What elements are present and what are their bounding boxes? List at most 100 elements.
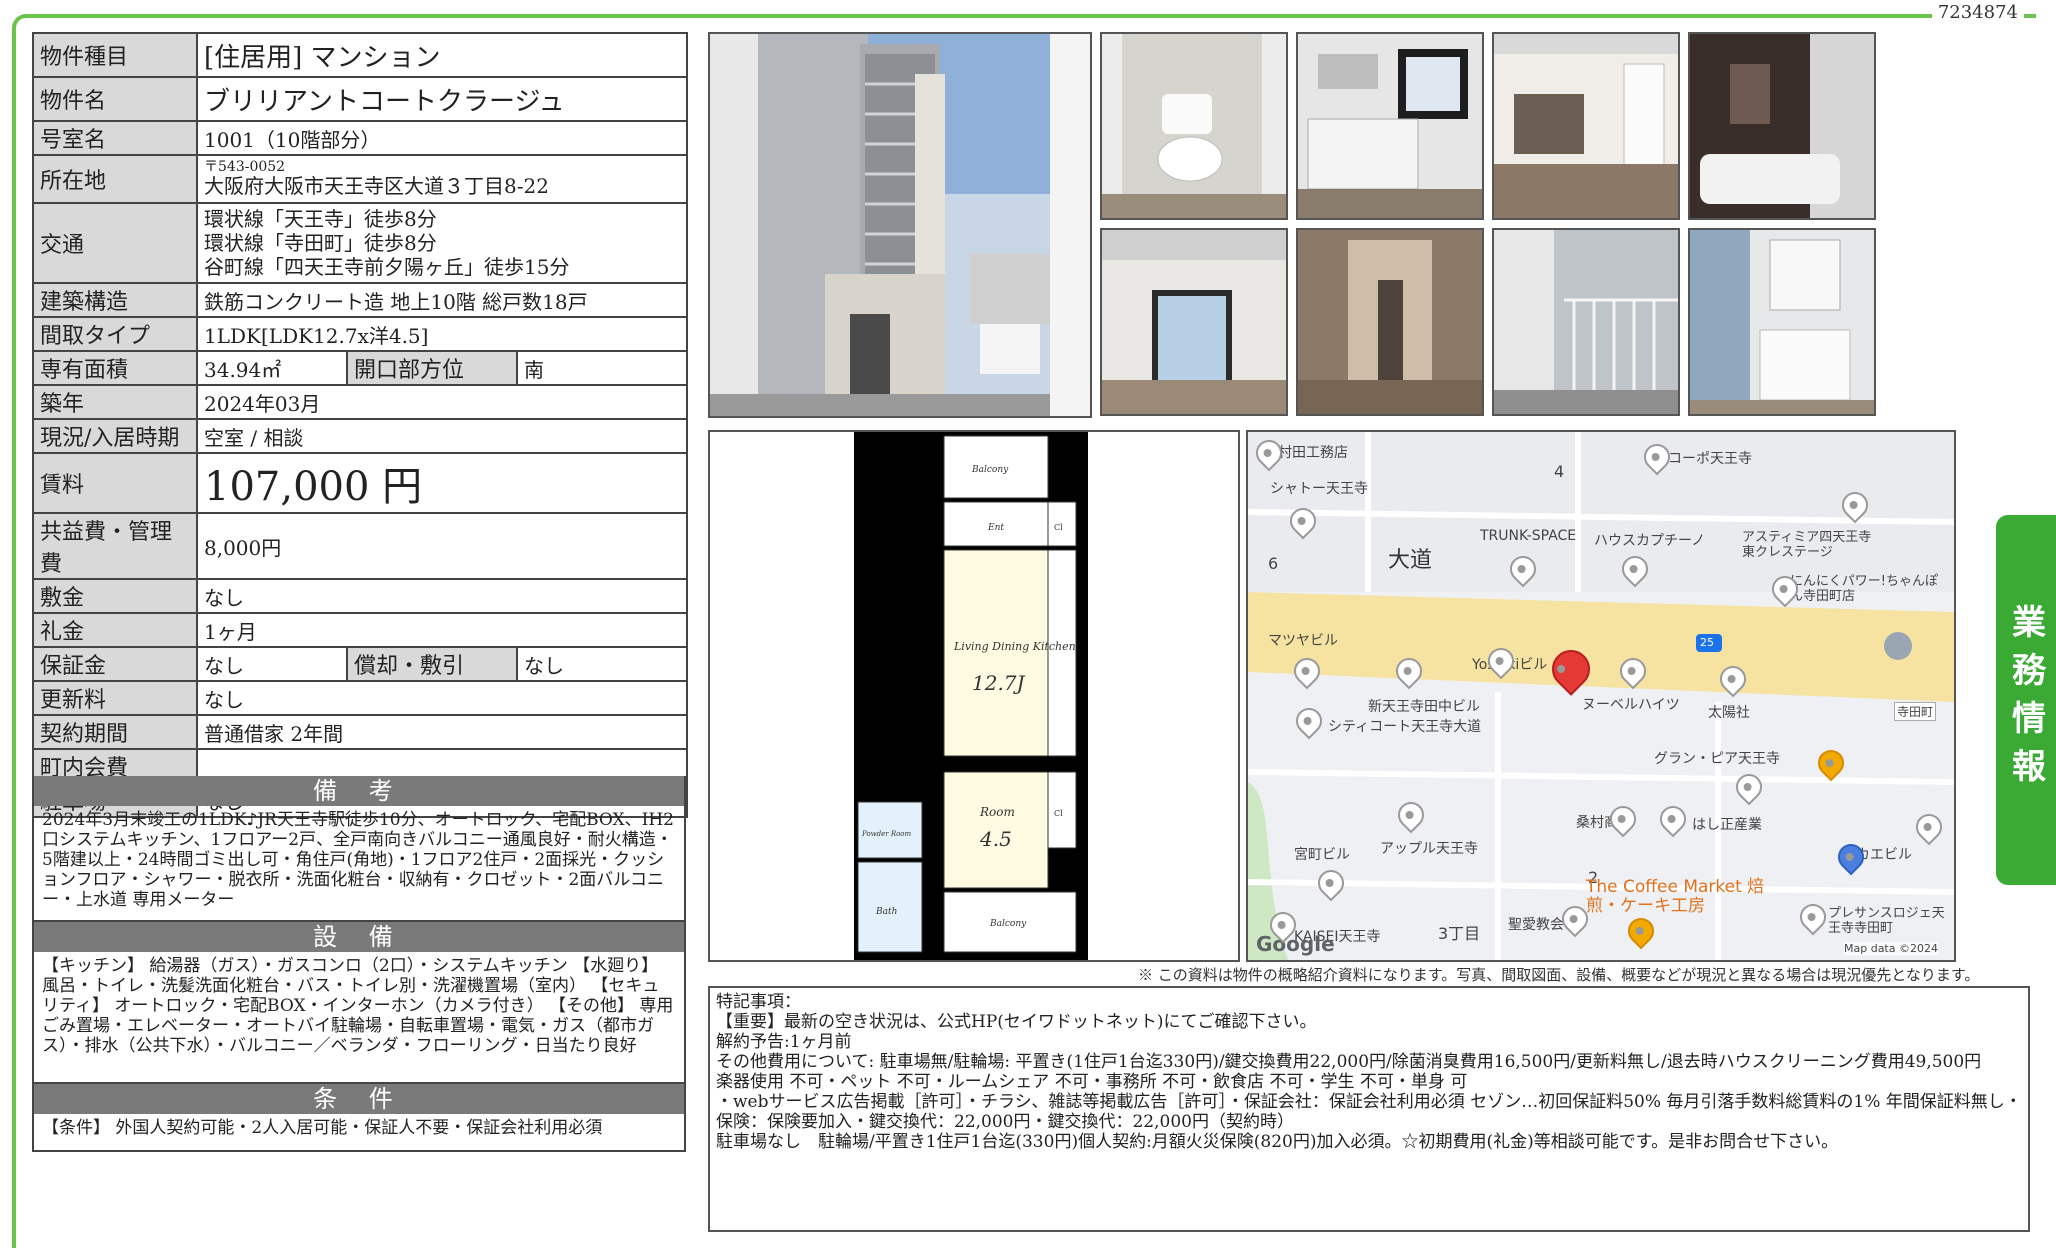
spec-label-status: 現況/入居時期 bbox=[32, 418, 198, 454]
map-label: シャトー天王寺 bbox=[1270, 481, 1368, 497]
property-spec-table: 物件種目 [住居用] マンション 物件名 ブリリアントコートクラージュ 号室名 100… bbox=[32, 32, 689, 818]
map-label: にんにくパワー!ちゃんぽん寺田町店 bbox=[1790, 574, 1938, 604]
notes-line: 駐車場なし 駐輪場/平置き1住戸1台迄(330円)個人契約:月額火災保険(820… bbox=[716, 1132, 1839, 1152]
map-label: はし正産業 bbox=[1692, 817, 1762, 833]
spec-value-address: 大阪府大阪市天王寺区大道３丁目8-22 bbox=[204, 174, 549, 198]
access-line: 環状線「寺田町」徒歩8分 bbox=[204, 231, 437, 255]
spec-label-room: 号室名 bbox=[32, 120, 198, 156]
floorplan-ldk-size: 12.7J bbox=[972, 671, 1026, 695]
spec-value-common-fee: 8,000円 bbox=[195, 512, 689, 580]
spec-label-renewal: 更新料 bbox=[32, 680, 198, 716]
spec-label-guarantee: 保証金 bbox=[32, 646, 198, 682]
map-label: 新天王寺田中ビル bbox=[1368, 699, 1480, 715]
spec-label-key-money: 礼金 bbox=[32, 612, 198, 648]
notes-line: 解約予告:1ヶ月前 bbox=[716, 1032, 852, 1052]
remarks-text: 2024年3月末竣工の1LDK♪JR天王寺駅徒歩10分、オートロック、宅配BOX… bbox=[42, 810, 674, 910]
map-area-name: 大道 bbox=[1388, 548, 1433, 573]
spec-label-rent: 賃料 bbox=[32, 452, 198, 514]
map-label: ハウスカプチーノ bbox=[1594, 533, 1706, 549]
map-label: ヌーベルハイツ bbox=[1582, 697, 1680, 713]
spec-value-amortization: なし bbox=[515, 646, 689, 682]
floorplan-image[interactable]: Balcony Ent Cl Living Dining Kitchen 12.… bbox=[708, 430, 1240, 962]
balcony-photo[interactable] bbox=[1492, 228, 1680, 416]
map-label: コーポ天王寺 bbox=[1668, 451, 1752, 467]
map-label: マツヤビル bbox=[1268, 633, 1338, 649]
access-line: 環状線「天王寺」徒歩8分 bbox=[204, 207, 437, 231]
floorplan-bath: Bath bbox=[875, 907, 897, 917]
map-label: プレサンスロジェ天王寺寺田町 bbox=[1828, 906, 1945, 936]
map-label: グラン・ピア天王寺 bbox=[1654, 751, 1780, 767]
spec-value-name: ブリリアントコートクラージュ bbox=[195, 76, 689, 122]
map-label: 太陽社 bbox=[1708, 705, 1750, 721]
special-notes: 特記事項： 【重要】最新の空き状況は、公式HP(セイワドットネット)にてご確認下… bbox=[708, 986, 2030, 1232]
spec-value-renewal: なし bbox=[195, 680, 689, 716]
map-block-4: 4 bbox=[1554, 462, 1565, 481]
spec-value-room: 1001（10階部分） bbox=[195, 120, 689, 156]
map-block-6: 6 bbox=[1268, 554, 1279, 573]
floorplan-room-size: 4.5 bbox=[979, 827, 1012, 851]
map-route-number: 25 bbox=[1700, 636, 1714, 649]
floorplan-balcony-top: Balcony bbox=[971, 465, 1009, 475]
facilities-text: 【キッチン】 給湯器（ガス）・ガスコンロ（2口）・システムキッチン 【水廻り】 … bbox=[42, 956, 674, 1056]
spec-value-guarantee: なし bbox=[196, 646, 348, 682]
hallway-photo[interactable] bbox=[1296, 228, 1484, 416]
spec-label-deposit: 敷金 bbox=[32, 578, 198, 614]
spec-value-key-money: 1ヶ月 bbox=[195, 612, 689, 648]
spec-value-direction: 南 bbox=[515, 350, 689, 386]
spec-value-type: [住居用] マンション bbox=[195, 32, 689, 78]
washbasin-photo[interactable] bbox=[1688, 228, 1876, 416]
spec-label-access: 交通 bbox=[32, 202, 198, 284]
notes-line: 楽器使用 不可・ペット 不可・ルームシェア 不可・事務所 不可・飲食店 不可・学… bbox=[716, 1072, 1468, 1092]
business-info-tab[interactable]: 業務情報 bbox=[1996, 515, 2056, 885]
spec-value-rent: 107,000 円 bbox=[195, 452, 689, 514]
spec-label-area: 専有面積 bbox=[32, 350, 198, 386]
map-label: 聖愛教会 bbox=[1508, 917, 1564, 933]
map-label: アップル天王寺 bbox=[1380, 841, 1478, 857]
spec-value-deposit: なし bbox=[195, 578, 689, 614]
spec-label-direction: 開口部方位 bbox=[346, 350, 518, 386]
conditions-block: 【条件】 外国人契約可能・2人入居可能・保証人不要・保証会社利用必須 bbox=[32, 1114, 686, 1152]
map-coffee-label: The Coffee Market 焙煎・ケーキ工房 bbox=[1586, 877, 1765, 916]
facilities-block: 【キッチン】 給湯器（ガス）・ガスコンロ（2口）・システムキッチン 【水廻り】 … bbox=[32, 952, 686, 1084]
conditions-heading: 条 件 bbox=[32, 1084, 686, 1114]
disclaimer-text: ※ この資料は物件の概略紹介資料になります。写真、間取図面、設備、概要などが現況… bbox=[1138, 966, 1980, 984]
spec-label-amortization: 償却・敷引 bbox=[346, 646, 518, 682]
conditions-text: 【条件】 外国人契約可能・2人入居可能・保証人不要・保証会社利用必須 bbox=[42, 1118, 603, 1138]
spec-label-structure: 建築構造 bbox=[32, 282, 198, 318]
google-logo: Google bbox=[1256, 932, 1335, 956]
building-exterior-photo[interactable] bbox=[708, 32, 1092, 418]
floorplan-entrance: Ent bbox=[987, 523, 1004, 533]
floorplan-powder-room: Powder Room bbox=[861, 830, 912, 838]
notes-line: 【重要】最新の空き状況は、公式HP(セイワドットネット)にてご確認下さい。 bbox=[716, 1012, 1317, 1032]
spec-label-layout: 間取タイプ bbox=[32, 316, 198, 352]
floorplan-ldk-label: Living Dining Kitchen bbox=[953, 640, 1076, 653]
map-label: シティコート天王寺大道 bbox=[1328, 719, 1482, 735]
spec-value-layout: 1LDK[LDK12.7x洋4.5] bbox=[195, 316, 689, 352]
spec-label-built: 築年 bbox=[32, 384, 198, 420]
spec-label-type: 物件種目 bbox=[32, 32, 198, 78]
map-label: TRUNK-SPACE bbox=[1480, 528, 1577, 544]
spec-value-built: 2024年03月 bbox=[195, 384, 689, 420]
spec-label-contract: 契約期間 bbox=[32, 714, 198, 750]
spec-value-structure: 鉄筋コンクリート造 地上10階 総戸数18戸 bbox=[195, 282, 689, 318]
notes-line: ・webサービス広告掲載［許可］・チラシ、雑誌等掲載広告［許可］・保証会社：保証… bbox=[716, 1092, 2022, 1132]
floorplan-closet-2: Cl bbox=[1054, 809, 1063, 818]
bathroom-photo[interactable] bbox=[1688, 32, 1876, 220]
room-photo[interactable] bbox=[1492, 32, 1680, 220]
floorplan-room-label: Room bbox=[979, 805, 1015, 819]
floorplan-closet-1: Cl bbox=[1054, 523, 1063, 532]
access-line: 谷町線「四天王寺前夕陽ヶ丘」徒歩15分 bbox=[204, 255, 570, 279]
kitchen-photo[interactable] bbox=[1296, 32, 1484, 220]
postal-code: 〒543-0052 bbox=[204, 159, 286, 175]
remarks-heading: 備 考 bbox=[32, 776, 686, 806]
map-label: アスティミア四天王寺東クレステージ bbox=[1742, 530, 1872, 560]
document-id: 7234874 bbox=[1931, 2, 2024, 23]
map-block-3: 3丁目 bbox=[1438, 924, 1481, 943]
spec-label-address: 所在地 bbox=[32, 154, 198, 204]
location-map[interactable]: 大道 4 6 2 3丁目 25 村田工務店 コーポ天王寺 シャトー天王寺 TRU… bbox=[1246, 430, 1956, 962]
facilities-heading: 設 備 bbox=[32, 922, 686, 952]
notes-line: 特記事項： bbox=[716, 992, 801, 1012]
spec-value-area: 34.94㎡ bbox=[196, 350, 348, 386]
living-room-photo[interactable] bbox=[1100, 228, 1288, 416]
toilet-photo[interactable] bbox=[1100, 32, 1288, 220]
